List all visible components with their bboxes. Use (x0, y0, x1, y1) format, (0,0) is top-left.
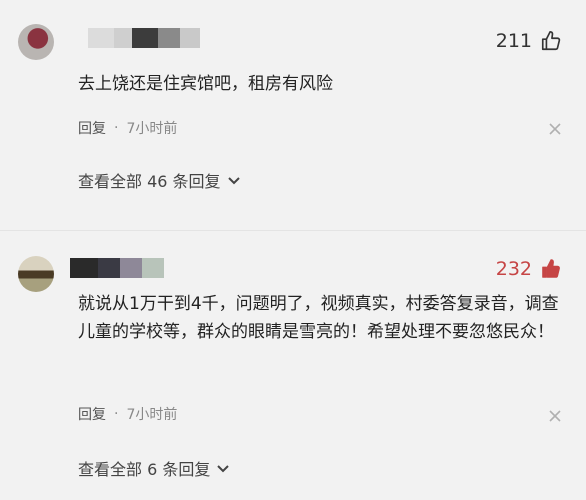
view-replies-button[interactable]: 查看全部 46 条回复 (78, 168, 241, 192)
close-icon[interactable] (548, 408, 562, 422)
username-blurred[interactable] (70, 258, 164, 278)
comment-meta: 回复 · 7小时前 (78, 404, 177, 424)
username-blurred[interactable] (88, 28, 200, 48)
avatar[interactable] (18, 24, 54, 60)
close-icon[interactable] (548, 121, 562, 135)
like-count: 232 (495, 258, 532, 280)
divider (0, 230, 586, 231)
comment-text: 去上饶还是住宾馆吧，租房有风险 (78, 74, 333, 94)
view-replies-label: 查看全部 6 条回复 (78, 460, 211, 479)
thumbs-up-icon (540, 30, 562, 52)
like-button[interactable]: 211 (496, 30, 562, 52)
comment-item: 211 去上饶还是住宾馆吧，租房有风险 回复 · 7小时前 查看全部 46 条回… (0, 0, 586, 232)
avatar[interactable] (18, 256, 54, 292)
timestamp: 7小时前 (126, 121, 178, 137)
comment-text: 就说从1万干到4千，问题明了，视频真实，村委答复录音，调查儿童的学校等，群众的眼… (78, 294, 559, 342)
thumbs-up-icon (540, 258, 562, 280)
like-button[interactable]: 232 (496, 258, 562, 280)
separator: · (114, 406, 119, 422)
view-replies-button[interactable]: 查看全部 6 条回复 (78, 456, 230, 480)
reply-button[interactable]: 回复 (78, 118, 106, 138)
separator: · (114, 120, 119, 136)
chevron-down-icon (227, 171, 241, 190)
reply-button[interactable]: 回复 (78, 404, 106, 424)
chevron-down-icon (216, 459, 230, 478)
comment-meta: 回复 · 7小时前 (78, 118, 177, 138)
view-replies-label: 查看全部 46 条回复 (78, 172, 221, 191)
comment-item: 232 就说从1万干到4千，问题明了，视频真实，村委答复录音，调查儿童的学校等，… (0, 232, 586, 500)
like-count: 211 (495, 30, 532, 52)
timestamp: 7小时前 (126, 407, 178, 423)
